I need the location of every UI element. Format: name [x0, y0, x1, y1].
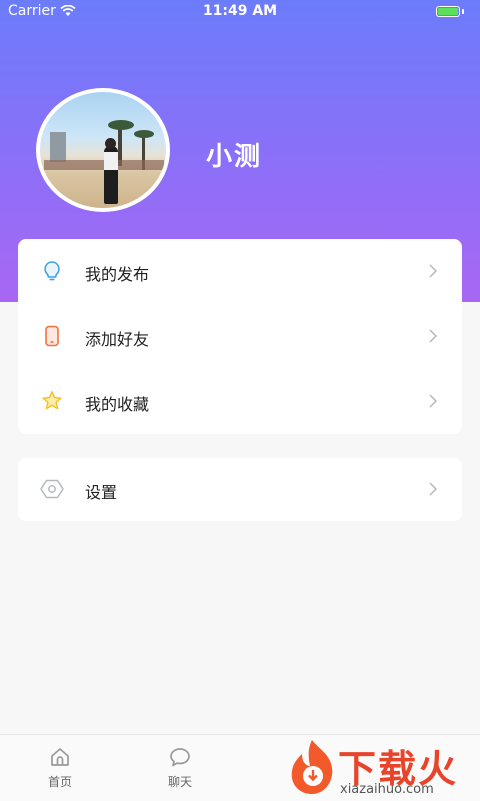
chevron-right-icon — [429, 329, 438, 343]
tab-label: 聊天 — [167, 775, 192, 789]
menu-card-settings: 设置 — [18, 458, 462, 521]
chevron-right-icon — [429, 394, 438, 408]
menu-item-settings[interactable]: 设置 — [18, 458, 462, 521]
tab-label: 首页 — [47, 775, 72, 789]
clock: 11:49 AM — [202, 3, 278, 19]
chat-bubble-icon — [170, 748, 190, 767]
menu-item-favorites[interactable]: 我的收藏 — [18, 369, 462, 434]
menu-item-label: 我的发布 — [85, 265, 150, 284]
flame-logo-icon — [291, 740, 333, 794]
tab-chat[interactable]: 聊天 — [140, 735, 220, 801]
lightbulb-icon — [44, 261, 60, 281]
menu-item-add-friend[interactable]: 添加好友 — [18, 304, 462, 369]
chevron-right-icon — [429, 264, 438, 278]
watermark-url: xiazaihuo.com — [340, 782, 434, 797]
avatar[interactable] — [36, 88, 170, 212]
menu-item-label: 设置 — [85, 483, 118, 502]
watermark: 下载火 xiazaihuo.com — [268, 736, 480, 800]
star-icon — [42, 391, 62, 410]
menu-card-main: 我的发布 添加好友 我的收藏 — [18, 239, 462, 434]
menu-item-label: 添加好友 — [85, 330, 150, 349]
settings-hexagon-icon — [40, 479, 64, 499]
menu-item-label: 我的收藏 — [85, 395, 150, 414]
status-bar: Carrier 11:49 AM — [0, 0, 480, 24]
battery-tip — [462, 9, 464, 14]
menu-item-my-posts[interactable]: 我的发布 — [18, 239, 462, 304]
home-icon — [51, 748, 69, 766]
tab-home[interactable]: 首页 — [20, 735, 100, 801]
username: 小测 — [206, 142, 263, 172]
phone-icon — [45, 325, 59, 347]
battery-icon — [436, 6, 460, 17]
chevron-right-icon — [429, 482, 438, 496]
